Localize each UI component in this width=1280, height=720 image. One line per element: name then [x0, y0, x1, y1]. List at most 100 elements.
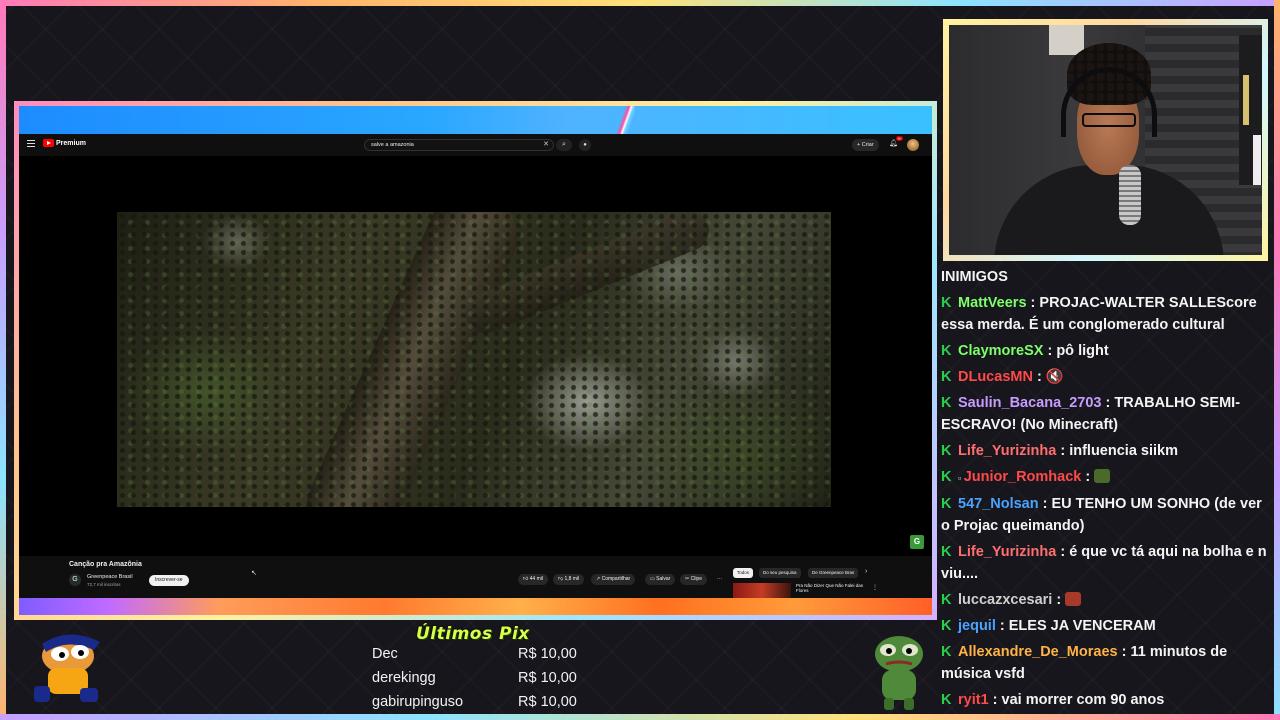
dislike-button[interactable]: 👎︎ 1,8 mil	[553, 574, 585, 585]
kick-badge-icon: K	[941, 618, 952, 634]
chat-username[interactable]: Allexandre_De_Moraes	[958, 644, 1118, 660]
pix-row: gabirupinguso R$ 10,00	[372, 694, 592, 716]
chat-panel: INIMIGOS K MattVeers : PROJAC-WALTER SALLE…	[941, 266, 1271, 716]
channel-avatar[interactable]: G	[69, 574, 81, 586]
voice-search-button[interactable]: ●	[579, 139, 591, 151]
kick-badge-icon: K	[941, 592, 952, 608]
chat-username[interactable]: luccazxcesari	[958, 592, 1052, 608]
extension-icon[interactable]: G	[910, 535, 924, 549]
like-count: 44 mil	[529, 576, 543, 582]
chevron-right-icon[interactable]: ›	[865, 568, 867, 575]
pix-donor-name: gabirupinguso	[372, 694, 464, 710]
pix-title: Últimos Pix	[416, 624, 530, 644]
chat-message: Kryit1 : vai morrer com 90 anos	[941, 689, 1271, 711]
create-label: Criar	[861, 142, 874, 148]
clip-button[interactable]: ✂ Clipe	[680, 574, 707, 585]
chat-message: K DLucasMN : 🔇	[941, 366, 1271, 388]
chat-username[interactable]: ryit1	[958, 692, 989, 708]
subscribe-button[interactable]: Inscrever-se	[149, 575, 189, 586]
kick-badge-icon: K	[941, 692, 952, 708]
dislike-count: 1,8 mil	[564, 576, 580, 582]
video-metadata: Canção pra Amazônia G Greenpeace Brasil …	[19, 556, 932, 599]
chat-message: K ClaymoreSX : pô light	[941, 340, 1271, 362]
screen-capture-frame: Premium salve a amazonia ✕ ⌕ ● + Criar 🔔…	[14, 101, 937, 620]
notifications-button[interactable]: 🔔︎ 9+	[889, 136, 903, 149]
chat-username[interactable]: 547_Nolsan	[958, 496, 1039, 512]
video-title: Canção pra Amazônia	[69, 561, 142, 568]
chat-message: K Saulin_Bacana_2703 : TRABALHO SEMI-ESCR…	[941, 392, 1271, 436]
save-button[interactable]: ▭ Salvar	[645, 574, 676, 585]
webcam-frame	[943, 19, 1268, 261]
chat-username[interactable]: Life_Yurizinha	[958, 544, 1056, 560]
menu-icon[interactable]	[27, 140, 35, 148]
chat-message: INIMIGOS	[941, 266, 1271, 288]
kick-badge-icon: K	[941, 469, 952, 485]
chat-username[interactable]: Life_Yurizinha	[958, 443, 1056, 459]
more-vertical-icon[interactable]: ⋮	[872, 584, 878, 591]
chat-message: K ▫ Junior_Romhack :	[941, 466, 1271, 489]
channel-name[interactable]: Greenpeace Brasil	[87, 574, 133, 580]
pix-donor-name: derekingg	[372, 670, 436, 686]
chat-text: pô light	[1056, 343, 1109, 359]
create-button[interactable]: + Criar	[852, 139, 879, 151]
chat-text: influencia siikm	[1069, 443, 1178, 459]
chip-from-channel[interactable]: De Greenpeace Bras	[808, 568, 859, 578]
more-actions-button[interactable]: ···	[712, 574, 727, 585]
clear-search-icon[interactable]: ✕	[543, 140, 549, 150]
chat-message: K MattVeers : PROJAC-WALTER SALLEScore es…	[941, 292, 1271, 336]
chat-username[interactable]: Saulin_Bacana_2703	[958, 395, 1101, 411]
chat-message: Kjequil : ELES JA VENCERAM	[941, 615, 1271, 637]
pix-amount: R$ 10,00	[518, 694, 577, 710]
recommended-video-title[interactable]: Pra Não Dizer Que Não Falei das Flores	[796, 583, 866, 593]
webcam-feed	[949, 25, 1262, 255]
video-player[interactable]	[19, 156, 932, 556]
kick-badge-icon: K	[941, 343, 952, 359]
kick-badge-icon: K	[941, 369, 952, 385]
chat-username[interactable]: jequil	[958, 618, 996, 634]
search-icon: ⌕	[562, 141, 566, 148]
pepe-frog-emote	[875, 636, 923, 710]
chat-username[interactable]: MattVeers	[958, 295, 1027, 311]
youtube-header: Premium salve a amazonia ✕ ⌕ ● + Criar 🔔…	[19, 134, 932, 156]
mouse-cursor-icon: ↖	[251, 570, 257, 577]
chat-message: K Life_Yurizinha : é que vc tá aqui na bo…	[941, 541, 1271, 585]
mascot-character-left	[34, 634, 100, 702]
chip-all[interactable]: Todos	[733, 568, 754, 578]
chat-text: 🔇	[1045, 369, 1064, 385]
notification-count-badge: 9+	[896, 136, 903, 141]
pix-amount: R$ 10,00	[518, 646, 577, 662]
save-label: Salvar	[656, 576, 671, 582]
chat-emote-icon	[1094, 469, 1111, 483]
chat-username[interactable]: ClaymoreSX	[958, 343, 1043, 359]
account-avatar[interactable]	[907, 139, 919, 151]
chat-message: Kluccazxcesari :	[941, 589, 1271, 611]
video-frame-forest[interactable]	[117, 212, 831, 507]
kick-badge-icon: K	[941, 295, 952, 311]
pix-row: derekingg R$ 10,00	[372, 670, 592, 692]
channel-subscribers: 72,7 mil inscritos	[87, 582, 121, 587]
kick-badge-icon: K	[941, 644, 952, 660]
kick-badge-icon: K	[941, 496, 952, 512]
pix-donor-name: Dec	[372, 646, 398, 662]
like-button[interactable]: 👍︎ 44 mil	[518, 574, 548, 585]
chat-emote-icon	[1065, 592, 1082, 606]
chat-text: INIMIGOS	[941, 269, 1008, 285]
chat-username[interactable]: DLucasMN	[958, 369, 1033, 385]
youtube-window: Premium salve a amazonia ✕ ⌕ ● + Criar 🔔…	[19, 106, 932, 615]
chat-username[interactable]: Junior_Romhack	[964, 469, 1082, 485]
share-button[interactable]: ↗ Compartilhar	[591, 574, 636, 585]
chip-from-search[interactable]: Do seu pesquisa	[759, 568, 801, 578]
pix-row: Dec R$ 10,00	[372, 646, 592, 668]
search-input[interactable]: salve a amazonia ✕	[364, 139, 554, 151]
clip-label: Clipe	[690, 576, 702, 582]
recommended-video-thumbnail[interactable]	[733, 583, 791, 599]
youtube-play-icon	[43, 139, 54, 147]
search-query: salve a amazonia	[371, 142, 414, 148]
chat-message: K 547_Nolsan : EU TENHO UM SONHO (de ver …	[941, 493, 1271, 537]
capture-bottom-banner	[19, 598, 932, 615]
youtube-logo[interactable]: Premium	[43, 139, 86, 147]
chat-text: ELES JA VENCERAM	[1008, 618, 1156, 634]
chat-message: K Life_Yurizinha : influencia siikm	[941, 440, 1271, 462]
chat-message: K Allexandre_De_Moraes : 11 minutos de mú…	[941, 641, 1271, 685]
search-button[interactable]: ⌕	[556, 139, 572, 151]
